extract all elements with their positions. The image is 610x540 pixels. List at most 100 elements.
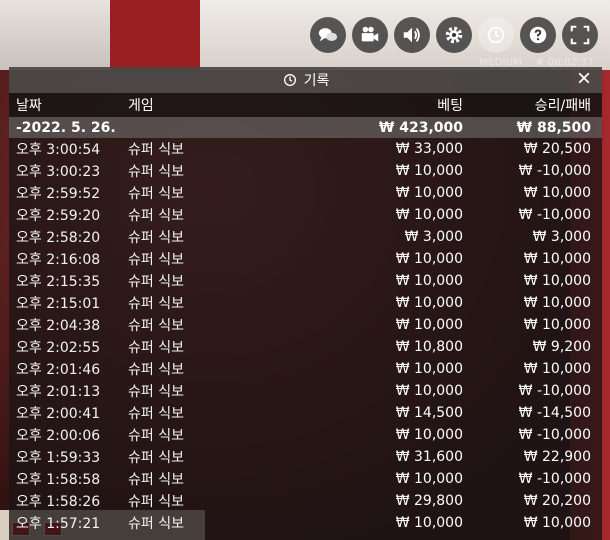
row-time: 오후 2:04:38 [16, 318, 101, 334]
chat-icon [318, 28, 338, 42]
gear-icon [445, 26, 463, 44]
row-win-loss: ₩ 3,000 [532, 229, 591, 245]
row-game: 슈퍼 식보 [128, 252, 184, 268]
table-row[interactable]: 오후 2:59:20 슈퍼 식보 ₩ 10,000 ₩ -10,000 [9, 204, 602, 226]
table-row[interactable]: 오후 2:16:08 슈퍼 식보 ₩ 10,000 ₩ 10,000 [9, 248, 602, 270]
column-game: 게임 [128, 98, 154, 114]
row-bet: ₩ 14,500 [395, 405, 463, 421]
row-bet: ₩ 10,800 [395, 339, 463, 355]
fullscreen-button[interactable] [562, 17, 598, 53]
table-row[interactable]: 오후 1:58:58 슈퍼 식보 ₩ 10,000 ₩ -10,000 [9, 468, 602, 490]
help-button[interactable] [520, 17, 556, 53]
row-win-loss: ₩ -10,000 [518, 427, 591, 443]
table-row[interactable]: 오후 1:59:33 슈퍼 식보 ₩ 31,600 ₩ 22,900 [9, 446, 602, 468]
row-time: 오후 2:15:35 [16, 274, 101, 290]
row-time: 오후 2:01:46 [16, 362, 101, 378]
history-rows: 오후 3:00:54 슈퍼 식보 ₩ 33,000 ₩ 20,500 오후 3:00:2… [9, 138, 602, 534]
row-bet: ₩ 10,000 [395, 273, 463, 289]
table-row[interactable]: 오후 3:00:23 슈퍼 식보 ₩ 10,000 ₩ -10,000 [9, 160, 602, 182]
row-win-loss: ₩ 10,000 [523, 515, 591, 531]
history-panel: 기록 날짜 게임 베팅 승리/패배 -2022. 5. 26. ₩ 423,00… [9, 67, 602, 540]
row-win-loss: ₩ -10,000 [518, 383, 591, 399]
row-game: 슈퍼 식보 [128, 274, 184, 290]
row-bet: ₩ 10,000 [395, 207, 463, 223]
row-time: 오후 2:59:52 [16, 186, 101, 202]
table-row[interactable]: 오후 2:15:35 슈퍼 식보 ₩ 10,000 ₩ 10,000 [9, 270, 602, 292]
row-game: 슈퍼 식보 [128, 450, 184, 466]
row-win-loss: ₩ 20,500 [523, 141, 591, 157]
row-bet: ₩ 10,000 [395, 185, 463, 201]
row-game: 슈퍼 식보 [128, 384, 184, 400]
chat-button[interactable] [310, 17, 346, 53]
row-time: 오후 2:58:20 [16, 230, 101, 246]
help-icon [529, 26, 547, 44]
table-row[interactable]: 오후 2:00:06 슈퍼 식보 ₩ 10,000 ₩ -10,000 [9, 424, 602, 446]
table-row[interactable]: 오후 2:04:38 슈퍼 식보 ₩ 10,000 ₩ 10,000 [9, 314, 602, 336]
row-time: 오후 2:59:20 [16, 208, 101, 224]
top-controls [310, 17, 598, 53]
fullscreen-icon [570, 25, 590, 45]
table-row[interactable]: 오후 2:58:20 슈퍼 식보 ₩ 3,000 ₩ 3,000 [9, 226, 602, 248]
date-group-label: -2022. 5. 26. [16, 119, 116, 136]
table-row[interactable]: 오후 2:59:52 슈퍼 식보 ₩ 10,000 ₩ 10,000 [9, 182, 602, 204]
row-win-loss: ₩ 10,000 [523, 273, 591, 289]
row-win-loss: ₩ 10,000 [523, 295, 591, 311]
history-icon [487, 26, 505, 44]
row-bet: ₩ 10,000 [395, 295, 463, 311]
row-time: 오후 3:00:23 [16, 164, 101, 180]
row-win-loss: ₩ -10,000 [518, 207, 591, 223]
row-win-loss: ₩ 10,000 [523, 251, 591, 267]
row-bet: ₩ 10,000 [395, 427, 463, 443]
history-button[interactable] [478, 17, 514, 53]
row-win-loss: ₩ 20,200 [523, 493, 591, 509]
row-time: 오후 2:00:06 [16, 428, 101, 444]
table-row[interactable]: 오후 2:02:55 슈퍼 식보 ₩ 10,800 ₩ 9,200 [9, 336, 602, 358]
row-bet: ₩ 10,000 [395, 383, 463, 399]
row-game: 슈퍼 식보 [128, 318, 184, 334]
column-header: 날짜 게임 베팅 승리/패배 [9, 93, 602, 117]
video-button[interactable] [352, 17, 388, 53]
table-row[interactable]: 오후 2:01:46 슈퍼 식보 ₩ 10,000 ₩ 10,000 [9, 358, 602, 380]
table-row[interactable]: 오후 1:57:21 슈퍼 식보 ₩ 10,000 ₩ 10,000 [9, 512, 602, 534]
row-bet: ₩ 10,000 [395, 361, 463, 377]
row-game: 슈퍼 식보 [128, 516, 184, 532]
row-win-loss: ₩ -10,000 [518, 163, 591, 179]
row-game: 슈퍼 식보 [128, 296, 184, 312]
row-time: 오후 1:57:21 [16, 516, 101, 532]
row-time: 오후 2:02:55 [16, 340, 101, 356]
panel-header: 기록 [9, 67, 602, 93]
video-camera-icon [361, 26, 379, 42]
sound-button[interactable] [394, 17, 430, 53]
row-game: 슈퍼 식보 [128, 340, 184, 356]
date-group-bet: ₩ 423,000 [378, 119, 463, 136]
row-game: 슈퍼 식보 [128, 142, 184, 158]
close-icon[interactable] [576, 70, 592, 86]
row-time: 오후 2:16:08 [16, 252, 101, 268]
row-win-loss: ₩ -14,500 [518, 405, 591, 421]
row-bet: ₩ 3,000 [404, 229, 463, 245]
table-row[interactable]: 오후 2:01:13 슈퍼 식보 ₩ 10,000 ₩ -10,000 [9, 380, 602, 402]
background-pillar [110, 0, 200, 70]
settings-button[interactable] [436, 17, 472, 53]
row-game: 슈퍼 식보 [128, 406, 184, 422]
row-time: 오후 1:58:58 [16, 472, 101, 488]
panel-title: 기록 [303, 73, 330, 89]
row-time: 오후 1:59:33 [16, 450, 101, 466]
row-bet: ₩ 31,600 [395, 449, 463, 465]
row-game: 슈퍼 식보 [128, 230, 184, 246]
table-row[interactable]: 오후 1:58:26 슈퍼 식보 ₩ 29,800 ₩ 20,200 [9, 490, 602, 512]
row-win-loss: ₩ 22,900 [523, 449, 591, 465]
volume-icon [403, 27, 420, 43]
row-bet: ₩ 10,000 [395, 471, 463, 487]
row-win-loss: ₩ 10,000 [523, 317, 591, 333]
table-row[interactable]: 오후 3:00:54 슈퍼 식보 ₩ 33,000 ₩ 20,500 [9, 138, 602, 160]
row-time: 오후 2:15:01 [16, 296, 101, 312]
date-group-row[interactable]: -2022. 5. 26. ₩ 423,000 ₩ 88,500 [9, 117, 602, 138]
row-win-loss: ₩ 9,200 [532, 339, 591, 355]
table-row[interactable]: 오후 2:00:41 슈퍼 식보 ₩ 14,500 ₩ -14,500 [9, 402, 602, 424]
row-bet: ₩ 29,800 [395, 493, 463, 509]
row-game: 슈퍼 식보 [128, 494, 184, 510]
row-game: 슈퍼 식보 [128, 472, 184, 488]
table-row[interactable]: 오후 2:15:01 슈퍼 식보 ₩ 10,000 ₩ 10,000 [9, 292, 602, 314]
column-bet: 베팅 [437, 98, 463, 114]
